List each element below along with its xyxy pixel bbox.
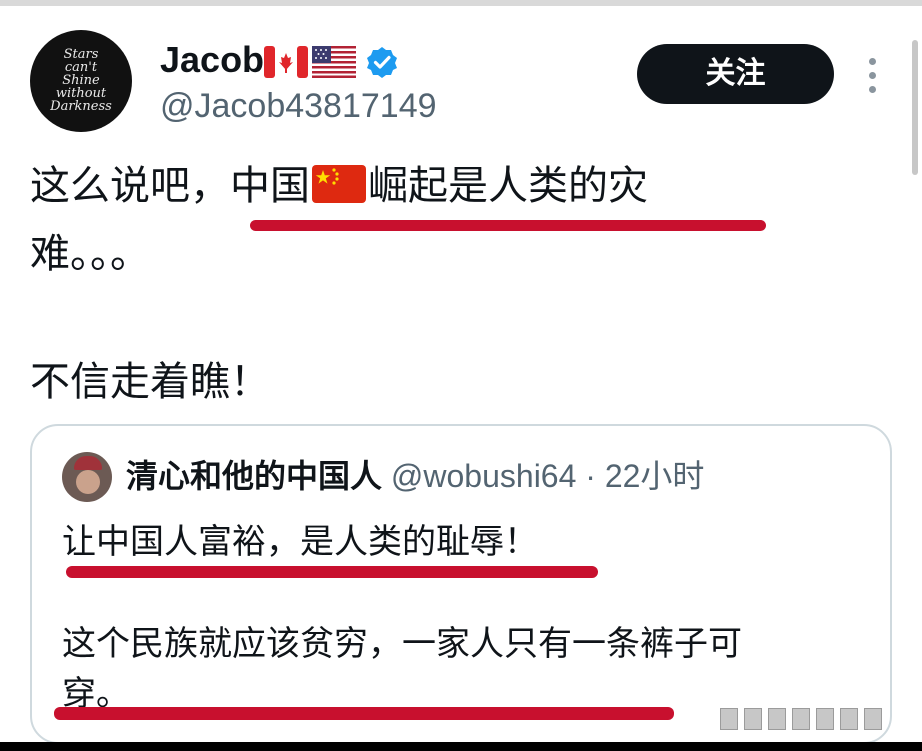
watermark-mark <box>674 702 884 736</box>
quoted-text-line-2: 这个民族就应该贫穷，一家人只有一条裤子可 <box>62 624 742 664</box>
scrollbar-thumb[interactable] <box>912 40 918 175</box>
red-underline-mark <box>54 707 674 720</box>
tweet-text-line-3: 不信走着瞧！ <box>30 359 270 405</box>
red-underline-mark <box>66 566 598 578</box>
tweet-text-line-2: 难。。。 <box>30 231 150 277</box>
canada-flag-icon <box>264 46 308 78</box>
red-underline-mark <box>250 220 766 231</box>
quoted-tweet-header: 清心和他的中国人 @wobushi64 · 22小时 <box>126 454 704 498</box>
china-flag-icon <box>312 165 366 203</box>
tweet-screenshot: Stars can't Shine without Darkness Jacob… <box>0 0 922 751</box>
top-divider <box>0 0 922 6</box>
more-vertical-icon[interactable] <box>862 58 882 94</box>
tweet-text-line-1: 这么说吧，中国 崛起是人类的灾 <box>30 158 648 214</box>
tweet-text-segment: 崛起是人类的灾 <box>368 163 648 209</box>
author-avatar[interactable]: Stars can't Shine without Darkness <box>30 30 132 132</box>
quoted-text-line-1: 让中国人富裕，是人类的耻辱！ <box>62 522 538 562</box>
quoted-author-name[interactable]: 清心和他的中国人 <box>126 457 382 495</box>
verified-badge-icon[interactable] <box>366 46 398 78</box>
tweet-text-segment: 这么说吧，中国 <box>30 163 310 209</box>
avatar-text: Stars can't Shine without Darkness <box>50 47 112 114</box>
author-handle[interactable]: @Jacob43817149 <box>160 84 437 128</box>
us-flag-icon <box>312 46 356 78</box>
follow-button[interactable]: 关注 <box>637 44 834 104</box>
quoted-handle-time: @wobushi64 · 22小时 <box>382 458 705 494</box>
author-display-name[interactable]: Jacob <box>160 38 264 82</box>
quoted-author-avatar[interactable] <box>62 452 112 502</box>
bottom-bar <box>0 742 922 751</box>
quoted-tweet-card[interactable]: 清心和他的中国人 @wobushi64 · 22小时 让中国人富裕，是人类的耻辱… <box>30 424 892 744</box>
